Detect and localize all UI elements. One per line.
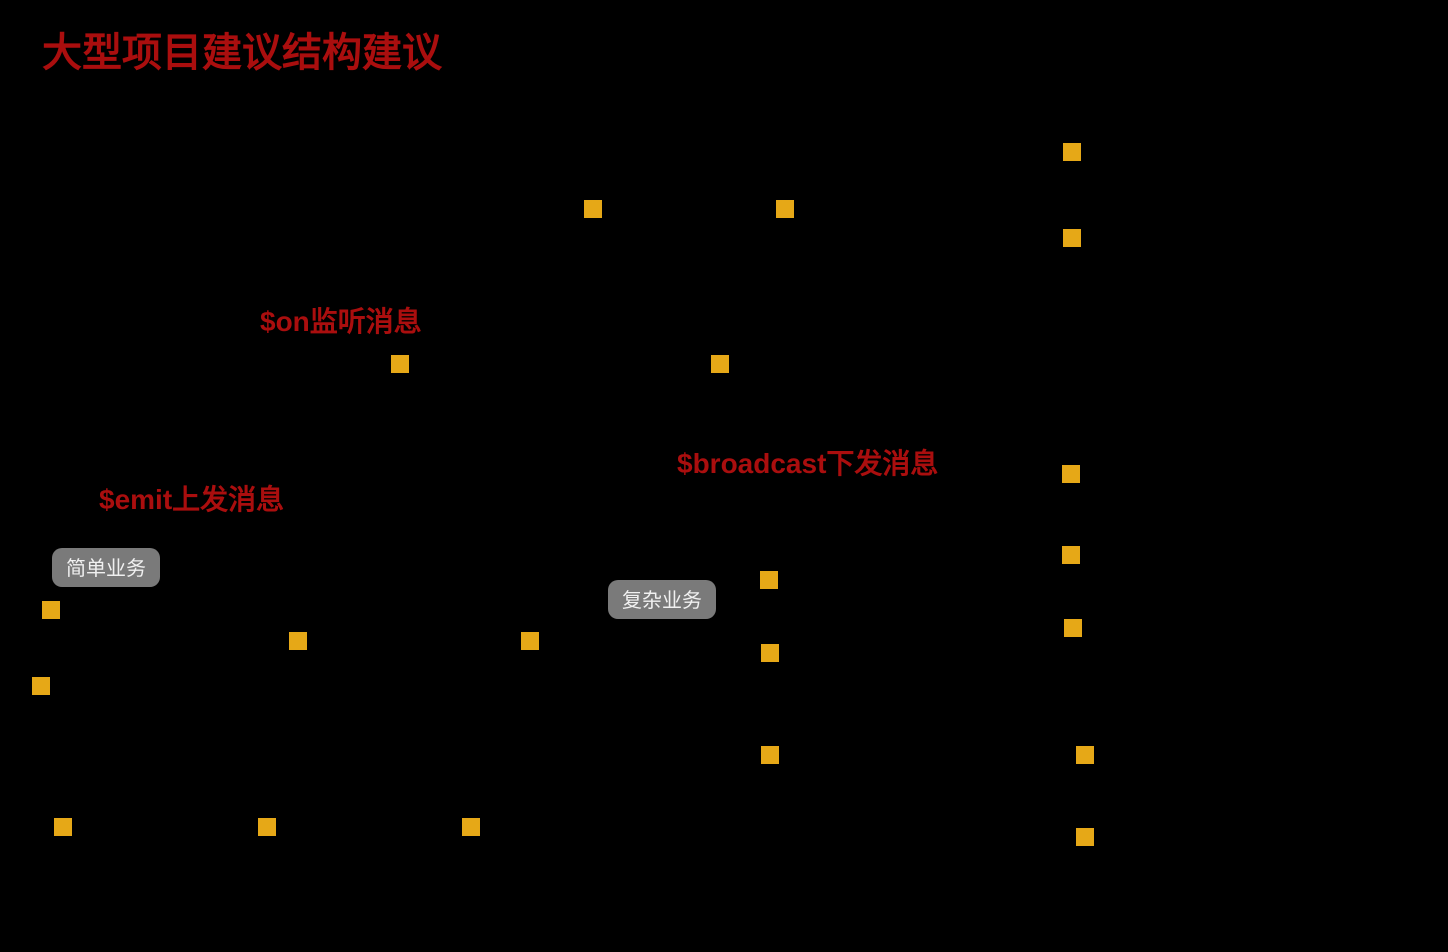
marker-square [584, 200, 602, 218]
marker-square [760, 571, 778, 589]
marker-square [1062, 546, 1080, 564]
marker-square [32, 677, 50, 695]
marker-square [711, 355, 729, 373]
label-on: $on监听消息 [260, 300, 422, 340]
marker-square [1063, 143, 1081, 161]
marker-square [776, 200, 794, 218]
label-broadcast: $broadcast下发消息 [677, 442, 938, 482]
badge-simple: 简单业务 [52, 548, 160, 587]
marker-square [1064, 619, 1082, 637]
marker-square [391, 355, 409, 373]
marker-square [289, 632, 307, 650]
marker-square [1076, 828, 1094, 846]
marker-square [42, 601, 60, 619]
badge-complex: 复杂业务 [608, 580, 716, 619]
marker-square [761, 644, 779, 662]
marker-square [54, 818, 72, 836]
marker-square [1062, 465, 1080, 483]
marker-square [1076, 746, 1094, 764]
marker-square [462, 818, 480, 836]
marker-square [258, 818, 276, 836]
marker-square [521, 632, 539, 650]
marker-square [761, 746, 779, 764]
page-title: 大型项目建议结构建议 [42, 20, 442, 78]
marker-square [1063, 229, 1081, 247]
diagram-stage: 大型项目建议结构建议 $on监听消息 $broadcast下发消息 $emit上… [0, 0, 1448, 952]
label-emit: $emit上发消息 [99, 478, 284, 518]
